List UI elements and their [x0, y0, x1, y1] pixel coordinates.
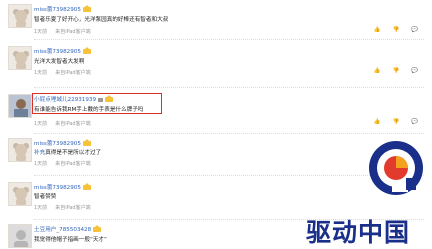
comment-text: 智者赞赞	[34, 194, 57, 200]
comment-item: miss蕾73982905 智者乐夏了好开心，光洋泵园真的好棒还有智者和大叔 1…	[0, 0, 432, 40]
reply-icon[interactable]: 💬	[411, 27, 418, 33]
username-link[interactable]: miss蕾73982905	[34, 47, 91, 55]
avatar[interactable]	[8, 182, 32, 206]
username-link[interactable]: miss蕾73982905	[34, 183, 91, 191]
dislike-icon[interactable]: 👎	[393, 119, 400, 125]
vip-badge-icon	[82, 183, 91, 190]
bear-avatar-icon	[13, 187, 29, 205]
comment-text: 补充真得是不是所以才过了	[34, 150, 102, 156]
like-icon[interactable]: 👍	[374, 119, 381, 125]
comment-text: 光洋大发智者大发啊	[34, 59, 85, 65]
comment-actions: 👍 👎 💬	[364, 119, 418, 125]
bear-avatar-icon	[13, 9, 29, 27]
comment-text: 我觉得他帽子指画一般“天才”	[34, 237, 107, 243]
username-link[interactable]: 土豆用户_785503428	[34, 225, 102, 233]
divider	[34, 39, 424, 40]
reply-icon[interactable]: 💬	[411, 68, 418, 74]
comment-meta: 1天前 来自iPad客户端	[34, 205, 91, 211]
avatar[interactable]	[8, 94, 32, 118]
watermark-logo-icon	[369, 141, 423, 195]
vip-badge-icon	[93, 225, 102, 232]
user-photo-avatar-icon	[9, 95, 31, 117]
like-icon[interactable]: 👍	[374, 68, 381, 74]
comment-item: miss蕾73982905 光洋大发智者大发啊 1天前 来自iPad客户端 👍 👎…	[0, 42, 432, 88]
bear-avatar-icon	[13, 51, 29, 69]
vip-badge-icon	[82, 47, 91, 54]
bear-avatar-icon	[13, 143, 29, 161]
vip-badge-icon	[82, 5, 91, 12]
like-icon[interactable]: 👍	[374, 27, 381, 33]
reply-icon[interactable]: 💬	[411, 119, 418, 125]
comment-meta: 1天前 来自iPad客户端	[34, 161, 91, 167]
comment-meta: 1天前 来自iPad客户端	[34, 121, 91, 127]
highlight-box	[32, 93, 162, 114]
vip-badge-icon	[82, 139, 91, 146]
comment-actions: 👍 👎 💬	[364, 68, 418, 74]
avatar[interactable]	[8, 224, 32, 248]
comment-text: 智者乐夏了好开心，光洋泵园真的好棒还有智者和大叔	[34, 17, 169, 23]
avatar[interactable]	[8, 4, 32, 28]
default-avatar-icon	[9, 225, 31, 247]
comment-meta: 1天前 来自iPad客户端	[34, 29, 91, 35]
dislike-icon[interactable]: 👎	[393, 27, 400, 33]
username-link[interactable]: miss蕾73982905	[34, 139, 91, 147]
username-link[interactable]: miss蕾73982905	[34, 5, 91, 13]
comment-actions: 👍 👎 💬	[364, 27, 418, 33]
dislike-icon[interactable]: 👎	[393, 68, 400, 74]
divider	[34, 87, 424, 88]
avatar[interactable]	[8, 46, 32, 70]
avatar[interactable]	[8, 138, 32, 162]
comment-meta: 1天前 来自iPad客户端	[34, 70, 91, 76]
